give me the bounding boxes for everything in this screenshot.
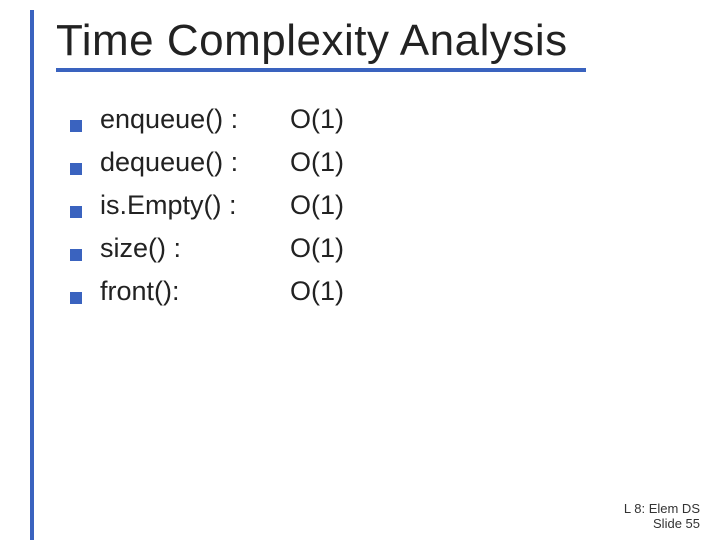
- bullet-icon: [70, 120, 82, 132]
- operation-label: front():: [100, 276, 290, 307]
- footer: L 8: Elem DS Slide 55: [624, 501, 700, 532]
- bullet-icon: [70, 206, 82, 218]
- footer-line2: Slide 55: [624, 516, 700, 532]
- slide: Time Complexity Analysis enqueue() : O(1…: [0, 0, 720, 540]
- title-wrap: Time Complexity Analysis: [56, 16, 700, 72]
- list-item: is.Empty() : O(1): [70, 190, 680, 221]
- accent-bar: [30, 10, 34, 540]
- complexity-value: O(1): [290, 190, 344, 221]
- complexity-value: O(1): [290, 147, 344, 178]
- operation-label: enqueue() :: [100, 104, 290, 135]
- body: enqueue() : O(1) dequeue() : O(1) is.Emp…: [70, 100, 680, 319]
- slide-title: Time Complexity Analysis: [56, 16, 586, 72]
- bullet-icon: [70, 163, 82, 175]
- operation-label: dequeue() :: [100, 147, 290, 178]
- footer-line1: L 8: Elem DS: [624, 501, 700, 517]
- operation-label: is.Empty() :: [100, 190, 290, 221]
- complexity-value: O(1): [290, 233, 344, 264]
- list-item: dequeue() : O(1): [70, 147, 680, 178]
- list-item: enqueue() : O(1): [70, 104, 680, 135]
- operation-label: size() :: [100, 233, 290, 264]
- list-item: size() : O(1): [70, 233, 680, 264]
- complexity-value: O(1): [290, 276, 344, 307]
- bullet-icon: [70, 249, 82, 261]
- bullet-icon: [70, 292, 82, 304]
- complexity-value: O(1): [290, 104, 344, 135]
- list-item: front(): O(1): [70, 276, 680, 307]
